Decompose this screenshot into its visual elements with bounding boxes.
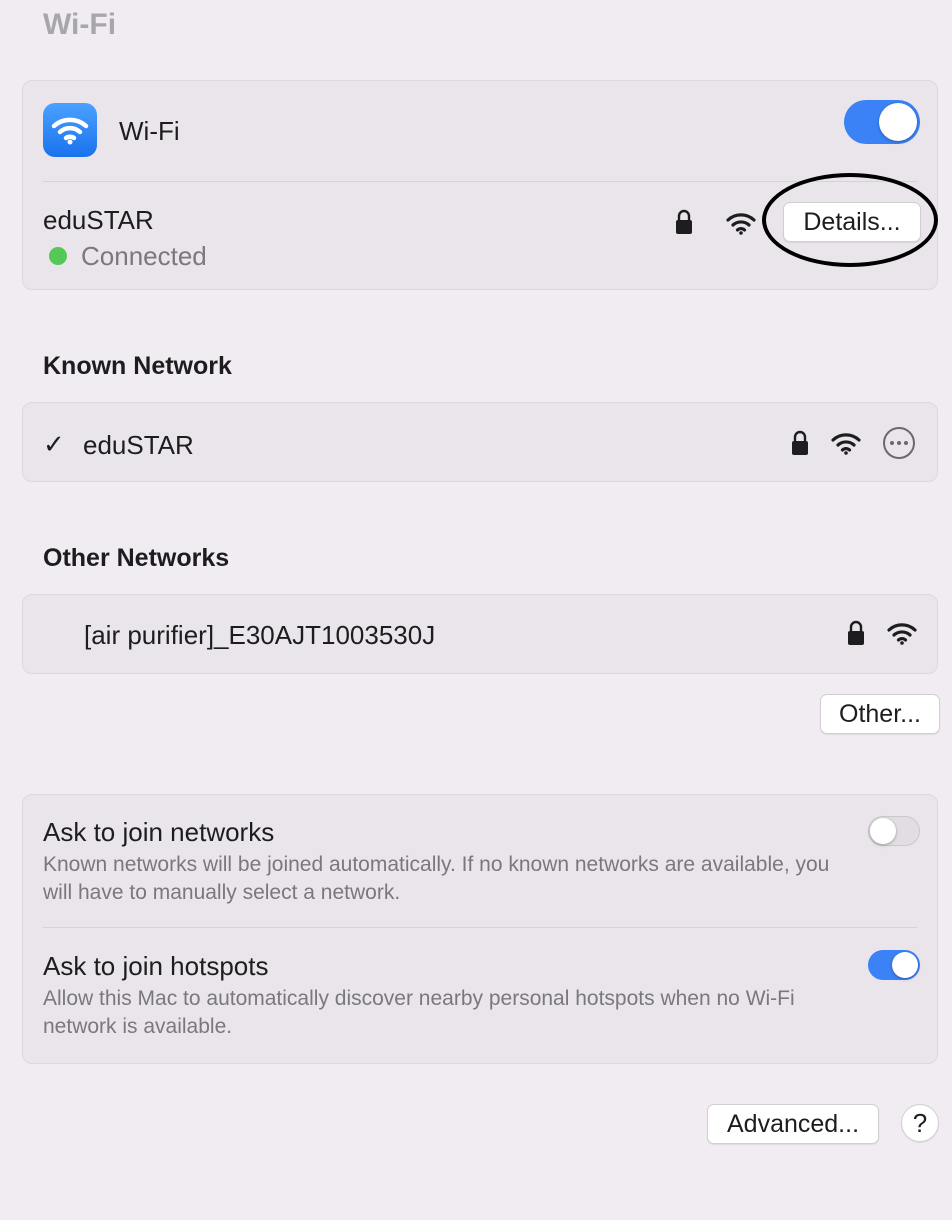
ask-join-hotspots-description: Allow this Mac to automatically discover… bbox=[43, 987, 795, 1038]
ask-join-hotspots-toggle[interactable] bbox=[868, 950, 920, 980]
wifi-icon bbox=[887, 621, 917, 650]
wifi-icon bbox=[726, 211, 756, 240]
known-network-header: Known Network bbox=[43, 352, 232, 380]
current-network-name: eduSTAR bbox=[43, 205, 154, 235]
connection-status: Connected bbox=[81, 241, 207, 271]
status-dot bbox=[49, 247, 67, 265]
lock-icon bbox=[675, 209, 693, 240]
advanced-button[interactable]: Advanced... bbox=[707, 1104, 879, 1144]
preferences-card: Ask to join networks Known networks will… bbox=[22, 794, 938, 1064]
more-icon[interactable] bbox=[882, 426, 916, 465]
lock-icon bbox=[791, 430, 809, 461]
other-networks-list: [air purifier]_E30AJT1003530J bbox=[22, 594, 938, 674]
ask-join-hotspots-title: Ask to join hotspots bbox=[43, 951, 269, 981]
help-icon[interactable]: ? bbox=[901, 1104, 939, 1142]
known-network-list: ✓ eduSTAR bbox=[22, 402, 938, 482]
other-networks-header: Other Networks bbox=[43, 544, 230, 572]
wifi-app-icon bbox=[43, 103, 97, 157]
ask-join-networks-toggle[interactable] bbox=[868, 816, 920, 846]
ask-join-networks-description: Known networks will be joined automatica… bbox=[43, 853, 830, 904]
wifi-label: Wi-Fi bbox=[119, 116, 180, 146]
ask-join-networks-title: Ask to join networks bbox=[43, 817, 275, 847]
wifi-toggle[interactable] bbox=[844, 100, 920, 144]
checkmark-icon: ✓ bbox=[43, 429, 65, 459]
other-network-name[interactable]: [air purifier]_E30AJT1003530J bbox=[84, 620, 435, 651]
lock-icon bbox=[847, 620, 865, 651]
page-title: Wi-Fi bbox=[43, 8, 117, 41]
other-button[interactable]: Other... bbox=[820, 694, 940, 734]
wifi-icon bbox=[831, 431, 861, 460]
known-network-name[interactable]: eduSTAR bbox=[83, 430, 194, 461]
annotation-circle bbox=[762, 173, 938, 267]
